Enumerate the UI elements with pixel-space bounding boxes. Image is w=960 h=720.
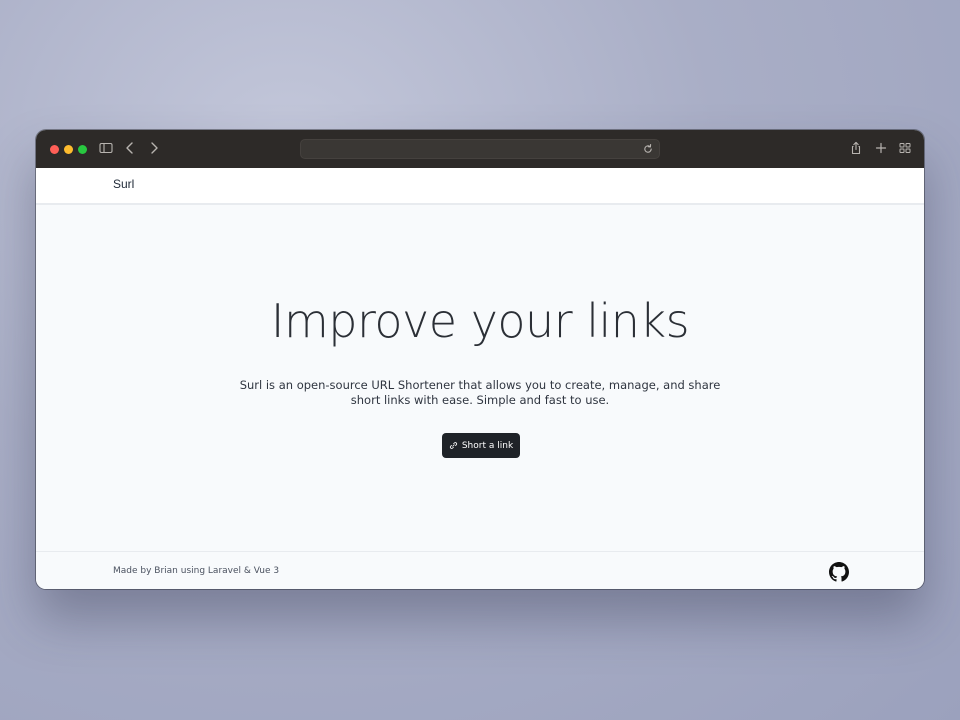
hero-title: Improve your links xyxy=(270,294,690,348)
github-icon[interactable] xyxy=(829,562,849,582)
close-window-button[interactable] xyxy=(50,145,59,154)
hero-description: Surl is an open-source URL Shortener tha… xyxy=(239,378,721,407)
browser-window: Surl Improve your links Surl is an open-… xyxy=(36,130,924,589)
sidebar-icon[interactable] xyxy=(98,140,114,156)
forward-icon[interactable] xyxy=(146,140,162,156)
reload-icon[interactable] xyxy=(642,143,654,155)
short-a-link-button[interactable]: Short a link xyxy=(442,433,520,458)
site-footer: Made by Brian using Laravel & Vue 3 xyxy=(36,551,924,589)
new-tab-icon[interactable] xyxy=(873,140,889,156)
minimize-window-button[interactable] xyxy=(64,145,73,154)
browser-titlebar xyxy=(36,130,924,168)
link-icon xyxy=(449,442,457,449)
address-bar[interactable] xyxy=(300,139,660,159)
site-navbar: Surl xyxy=(36,168,924,205)
share-icon[interactable] xyxy=(848,140,864,156)
maximize-window-button[interactable] xyxy=(78,145,87,154)
footer-credit: Made by Brian using Laravel & Vue 3 xyxy=(113,566,280,576)
tab-overview-icon[interactable] xyxy=(897,140,913,156)
short-a-link-label: Short a link xyxy=(461,440,514,451)
back-icon[interactable] xyxy=(122,140,138,156)
brand-logo-link[interactable]: Surl xyxy=(113,177,134,191)
